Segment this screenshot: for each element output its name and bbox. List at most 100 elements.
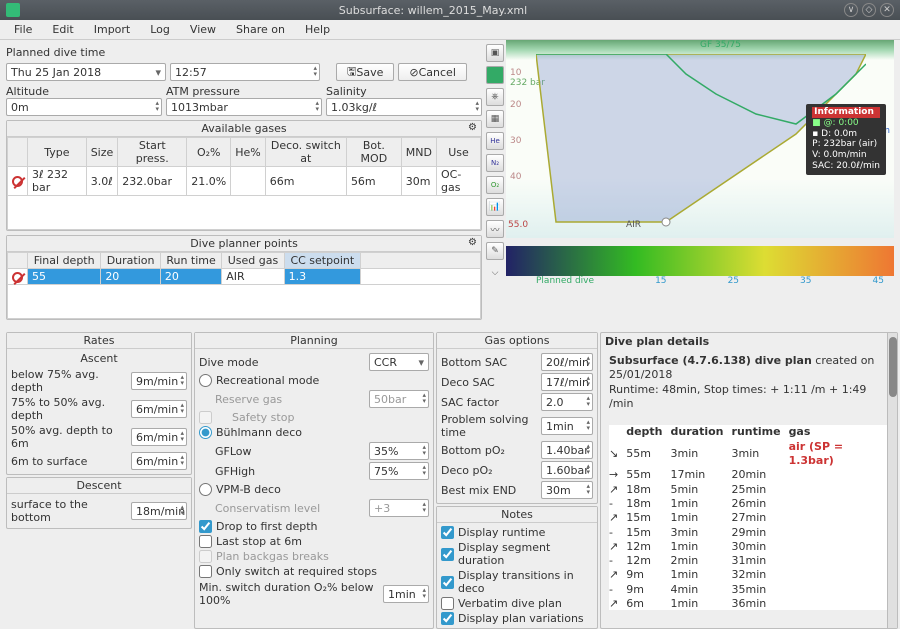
menubar: File Edit Import Log View Share on Help: [0, 20, 900, 40]
buhlmann-radio[interactable]: Bühlmann deco: [199, 425, 429, 440]
atm-spin[interactable]: 1013mbar: [166, 98, 322, 116]
salinity-label: Salinity: [326, 85, 482, 98]
altitude-label: Altitude: [6, 85, 162, 98]
gasopts-title: Gas options: [437, 333, 597, 349]
tool-4[interactable]: ▦: [486, 110, 504, 128]
menu-share[interactable]: Share on: [226, 21, 295, 38]
detail-row: ↗6m1min36min: [609, 597, 889, 610]
tool-1[interactable]: ▣: [486, 44, 504, 62]
rates-title: Rates: [7, 333, 191, 349]
save-button[interactable]: 🖫 Save: [336, 63, 394, 81]
salinity-spin[interactable]: 1.03kg/ℓ: [326, 98, 482, 116]
details-body: Subsurface (4.7.6.138) dive plan created…: [601, 350, 897, 610]
max-depth: 55.0: [508, 220, 528, 230]
note2-check[interactable]: Display segment duration: [441, 540, 593, 568]
gfhigh-spin[interactable]: 75%: [369, 462, 429, 480]
altitude-spin[interactable]: 0m: [6, 98, 162, 116]
remove-icon[interactable]: [12, 176, 23, 187]
tool-he[interactable]: He: [486, 132, 504, 150]
dpo2-spin[interactable]: 1.60bar: [541, 461, 593, 479]
detail-row: ↗15m1min27min: [609, 511, 889, 525]
menu-file[interactable]: File: [4, 21, 42, 38]
dive-mode-combo[interactable]: CCR: [369, 353, 429, 371]
planning-title: Planning: [195, 333, 433, 349]
rate-1[interactable]: 9m/min: [131, 372, 187, 390]
recreational-radio[interactable]: Recreational mode: [199, 373, 429, 388]
gases-table: TypeSize Start press.O₂% He%Deco. switch…: [7, 137, 481, 230]
bend-spin[interactable]: 30m: [541, 481, 593, 499]
tool-graph[interactable]: 〰: [486, 220, 504, 238]
tool-chart[interactable]: 📊: [486, 198, 504, 216]
info-tooltip: Information ■ @: 0:00 ▪ D: 0.0m P: 232ba…: [806, 104, 886, 175]
onlyswitch-check[interactable]: Only switch at required stops: [199, 564, 429, 579]
gases-title: Available gases: [201, 122, 286, 135]
tool-more[interactable]: ⌵: [486, 264, 504, 282]
gflow-spin[interactable]: 35%: [369, 442, 429, 460]
gf-label: GF 35/75: [700, 40, 741, 50]
minimize-button[interactable]: ∨: [844, 3, 858, 17]
note1-check[interactable]: Display runtime: [441, 525, 593, 540]
sacf-spin[interactable]: 2.0: [541, 393, 593, 411]
vpm-radio[interactable]: VPM-B deco: [199, 482, 429, 497]
menu-log[interactable]: Log: [140, 21, 180, 38]
app-icon: [6, 3, 20, 17]
table-row[interactable]: 5520 20AIR 1.3: [8, 269, 481, 285]
detail-row: ↗9m1min32min: [609, 568, 889, 582]
close-button[interactable]: ✕: [880, 3, 894, 17]
tool-edit[interactable]: ✎: [486, 242, 504, 260]
detail-row: ↘55m3min3minair (SP = 1.3bar): [609, 440, 889, 469]
last6-check[interactable]: Last stop at 6m: [199, 534, 429, 549]
detail-row: ↗18m5min25min: [609, 483, 889, 497]
rate-3[interactable]: 6m/min: [131, 428, 187, 446]
menu-edit[interactable]: Edit: [42, 21, 83, 38]
spectrogram: [506, 246, 894, 276]
points-title: Dive planner points: [190, 237, 298, 250]
points-table: Final depthDuration Run timeUsed gas CC …: [7, 252, 481, 319]
note4-check[interactable]: Verbatim dive plan: [441, 596, 593, 611]
points-gear-icon[interactable]: ⚙: [468, 237, 477, 248]
planned-time-label: Planned dive time: [6, 46, 482, 59]
table-row[interactable]: 3ℓ 232 bar3.0ℓ 232.0bar21.0% 66m 56m30m …: [8, 167, 481, 196]
cancel-button[interactable]: ⊘ Cancel: [398, 63, 466, 81]
dive-profile-plot[interactable]: GF 35/75 10 20 30 40 55.0 232 bar AIR 28…: [506, 40, 894, 238]
prob-spin[interactable]: 1min: [541, 417, 593, 435]
gas-label: AIR: [626, 220, 641, 230]
maximize-button[interactable]: ◇: [862, 3, 876, 17]
gases-gear-icon[interactable]: ⚙: [468, 122, 477, 133]
detail-row: -15m3min29min: [609, 526, 889, 540]
tool-o2[interactable]: O₂: [486, 176, 504, 194]
remove-icon[interactable]: [12, 272, 23, 283]
detail-row: →55m17min20min: [609, 468, 889, 482]
tool-n2[interactable]: N₂: [486, 154, 504, 172]
menu-import[interactable]: Import: [84, 21, 141, 38]
menu-view[interactable]: View: [180, 21, 226, 38]
scrollbar[interactable]: [887, 333, 897, 628]
detail-row: -12m2min31min: [609, 554, 889, 568]
bpo2-spin[interactable]: 1.40bar: [541, 441, 593, 459]
time-spin[interactable]: 12:57: [170, 63, 320, 81]
note5-check[interactable]: Display plan variations: [441, 611, 593, 626]
date-combo[interactable]: Thu 25 Jan 2018: [6, 63, 166, 81]
window-title: Subsurface: willem_2015_May.xml: [26, 4, 840, 17]
rate-4[interactable]: 6m/min: [131, 452, 187, 470]
detail-row: ↗12m1min30min: [609, 540, 889, 554]
planned-dive-label: Planned dive: [536, 276, 594, 286]
detail-row: -18m1min26min: [609, 497, 889, 511]
drop-check[interactable]: Drop to first depth: [199, 519, 429, 534]
descent-title: Descent: [7, 478, 191, 494]
rate-5[interactable]: 18m/min: [131, 502, 187, 520]
atm-label: ATM pressure: [166, 85, 322, 98]
tool-3[interactable]: ⎈: [486, 88, 504, 106]
menu-help[interactable]: Help: [295, 21, 340, 38]
tool-2[interactable]: [486, 66, 504, 84]
details-title: Dive plan details: [601, 333, 897, 350]
ascent-title: Ascent: [11, 351, 187, 366]
profile-toolbar: ▣ ⎈ ▦ He N₂ O₂ 📊 〰 ✎ ⌵: [484, 40, 506, 330]
rate-2[interactable]: 6m/min: [131, 400, 187, 418]
detail-row: -9m4min35min: [609, 583, 889, 597]
minswitch-spin[interactable]: 1min: [383, 585, 429, 603]
notes-title: Notes: [437, 507, 597, 523]
bsac-spin[interactable]: 20ℓ/min: [541, 353, 593, 371]
note3-check[interactable]: Display transitions in deco: [441, 568, 593, 596]
dsac-spin[interactable]: 17ℓ/min: [541, 373, 593, 391]
